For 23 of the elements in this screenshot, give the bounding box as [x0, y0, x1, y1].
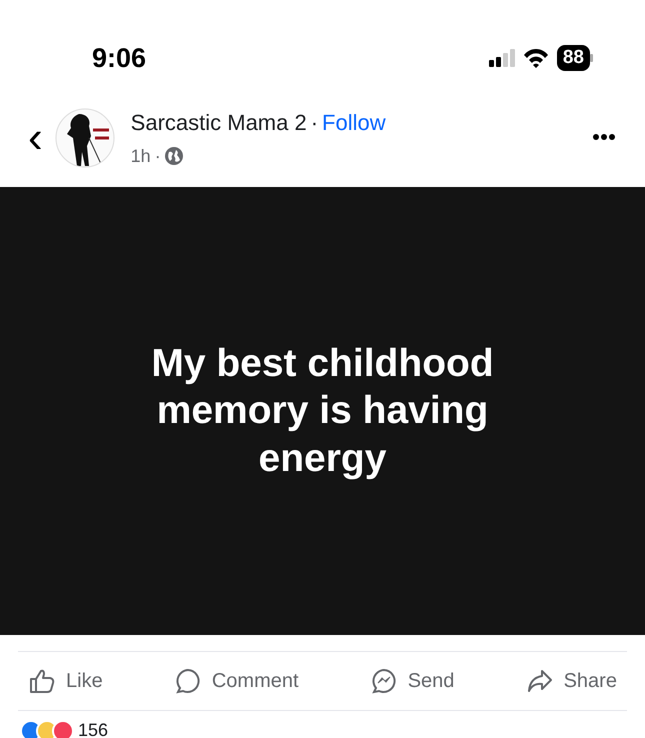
- share-button[interactable]: Share: [516, 660, 627, 702]
- speech-bubble-icon: [174, 668, 202, 694]
- back-button[interactable]: ‹: [24, 116, 47, 160]
- wifi-icon: [522, 48, 549, 68]
- thumbs-up-icon: [28, 668, 56, 694]
- battery-cap-icon: [590, 54, 593, 62]
- messenger-icon: [370, 668, 398, 694]
- author-name[interactable]: Sarcastic Mama 2: [130, 106, 307, 138]
- post-age: 1h: [130, 144, 151, 168]
- battery-level: 88: [556, 45, 590, 71]
- signal-icon: [488, 49, 515, 67]
- like-button[interactable]: Like: [18, 660, 113, 702]
- comment-button[interactable]: Comment: [164, 660, 309, 702]
- reaction-count[interactable]: 156: [78, 717, 108, 738]
- separator-dot: ·: [310, 108, 318, 136]
- follow-link[interactable]: Follow: [322, 106, 386, 138]
- love-reaction-icon: [52, 720, 74, 738]
- post-text: My best childhood memory is having energy: [150, 340, 495, 482]
- status-time: 9:06: [92, 42, 146, 75]
- separator-dot: ·: [154, 144, 161, 168]
- share-arrow-icon: [526, 668, 554, 694]
- more-icon: [593, 134, 615, 140]
- send-button[interactable]: Send: [360, 660, 464, 702]
